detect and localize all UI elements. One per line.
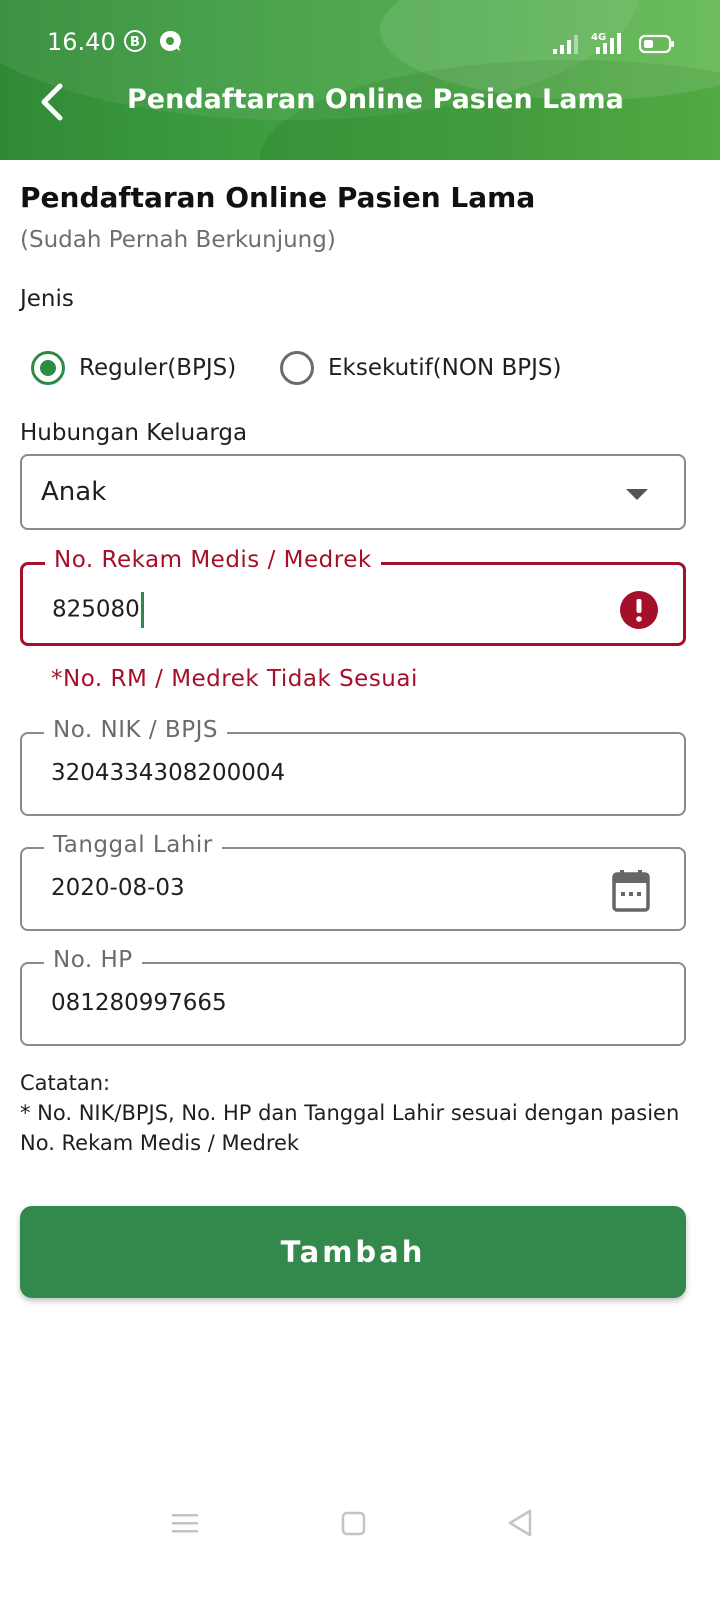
network-4g-icon: 4G xyxy=(591,32,621,54)
b-circle-icon: B xyxy=(124,30,146,52)
form-subheading: (Sudah Pernah Berkunjung) xyxy=(20,227,336,253)
error-icon xyxy=(620,591,658,629)
home-square-icon[interactable] xyxy=(340,1508,368,1538)
svg-text:4G: 4G xyxy=(591,32,606,43)
note-text: * No. NIK/BPJS, No. HP dan Tanggal Lahir… xyxy=(20,1101,680,1155)
battery-icon xyxy=(639,34,674,54)
text-cursor xyxy=(140,592,144,628)
radio-selected-icon xyxy=(31,351,65,385)
tanggal-lahir-value: 2020-08-03 xyxy=(51,875,185,901)
hubungan-keluarga-label: Hubungan Keluarga xyxy=(20,420,248,446)
no-hp-label: No. HP xyxy=(44,947,142,973)
radio-unselected-icon xyxy=(280,351,314,385)
tambah-button-label: Tambah xyxy=(280,1235,426,1269)
tanggal-lahir-label: Tanggal Lahir xyxy=(44,832,222,858)
jenis-label: Jenis xyxy=(20,286,74,312)
chat-icon xyxy=(160,30,181,51)
no-hp-value: 081280997665 xyxy=(51,990,227,1016)
svg-text:B: B xyxy=(130,35,140,50)
back-triangle-icon[interactable] xyxy=(506,1508,534,1538)
status-time: 16.40 xyxy=(47,28,116,56)
rekam-medis-value: 825080 xyxy=(52,592,144,628)
tambah-button[interactable]: Tambah xyxy=(20,1206,686,1298)
rekam-medis-error: *No. RM / Medrek Tidak Sesuai xyxy=(51,666,418,692)
app-header: 16.40 B 4G Pendaftaran Online Pasien Lam… xyxy=(0,0,720,160)
rekam-medis-input[interactable]: No. Rekam Medis / Medrek 825080 xyxy=(20,547,686,646)
signal-icon xyxy=(553,35,578,54)
page-title: Pendaftaran Online Pasien Lama xyxy=(127,84,624,115)
tanggal-lahir-input[interactable]: Tanggal Lahir 2020-08-03 xyxy=(20,832,686,931)
back-button[interactable] xyxy=(34,78,74,126)
menu-icon[interactable] xyxy=(171,1508,199,1538)
radio-label: Eksekutif(NON BPJS) xyxy=(328,355,562,381)
status-bar: 16.40 B 4G xyxy=(0,0,720,64)
calendar-icon[interactable] xyxy=(612,870,650,912)
chevron-left-icon xyxy=(41,83,63,121)
dropdown-arrow-icon xyxy=(626,489,648,500)
radio-label: Reguler(BPJS) xyxy=(79,355,237,381)
note-block: Catatan: * No. NIK/BPJS, No. HP dan Tang… xyxy=(20,1068,700,1158)
hubungan-keluarga-dropdown[interactable]: Anak xyxy=(20,454,686,530)
nik-bpjs-input[interactable]: No. NIK / BPJS 3204334308200004 xyxy=(20,717,686,816)
radio-eksekutif-non-bpjs[interactable]: Eksekutif(NON BPJS) xyxy=(280,348,561,388)
rekam-medis-label: No. Rekam Medis / Medrek xyxy=(45,547,381,573)
nik-bpjs-value: 3204334308200004 xyxy=(51,760,286,786)
no-hp-input[interactable]: No. HP 081280997665 xyxy=(20,947,686,1046)
nik-bpjs-label: No. NIK / BPJS xyxy=(44,717,227,743)
note-title: Catatan: xyxy=(20,1071,111,1095)
form-heading: Pendaftaran Online Pasien Lama xyxy=(20,181,536,214)
dropdown-value: Anak xyxy=(41,477,107,507)
radio-reguler-bpjs[interactable]: Reguler(BPJS) xyxy=(31,348,236,388)
